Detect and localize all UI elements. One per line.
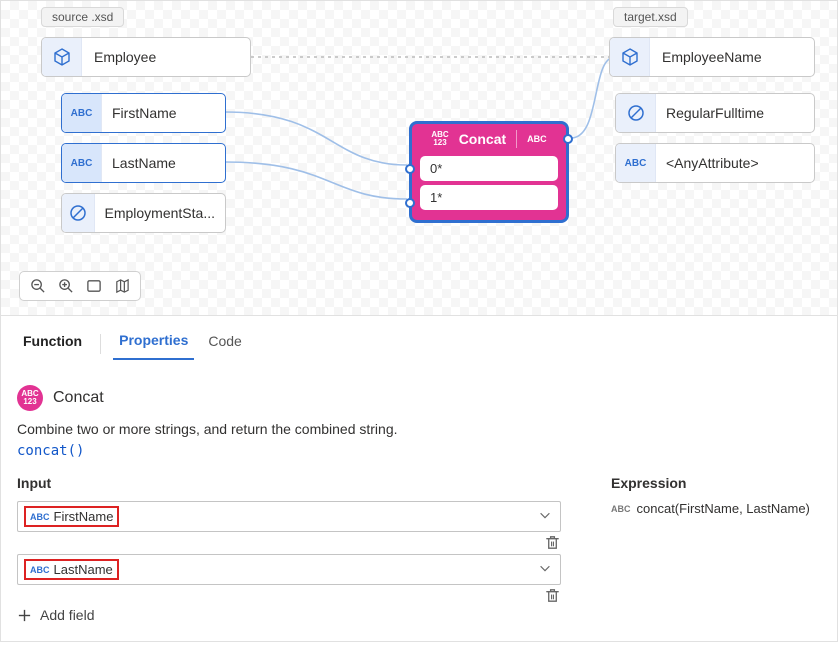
function-title: Concat bbox=[459, 131, 506, 147]
abc123-icon: ABC123 bbox=[431, 131, 448, 147]
node-label: EmployeeName bbox=[650, 49, 774, 65]
circle-slash-icon bbox=[62, 194, 95, 232]
abc-icon: ABC bbox=[616, 144, 656, 182]
mapper-canvas[interactable]: source .xsd target.xsd Employee ABC Firs… bbox=[0, 0, 838, 316]
zoom-in-button[interactable] bbox=[58, 278, 74, 294]
target-schema-tag: target.xsd bbox=[613, 7, 688, 27]
abc-icon: ABC bbox=[30, 565, 50, 575]
function-signature: concat() bbox=[17, 443, 821, 459]
abc-icon: ABC bbox=[527, 134, 547, 144]
abc-icon: ABC bbox=[30, 512, 50, 522]
input-field-1[interactable]: ABC LastName bbox=[17, 554, 561, 585]
node-label: FirstName bbox=[102, 105, 187, 121]
minimap-button[interactable] bbox=[114, 278, 130, 294]
circle-slash-icon bbox=[616, 94, 656, 132]
target-field-regularfulltime[interactable]: RegularFulltime bbox=[615, 93, 815, 133]
abc-icon: ABC bbox=[62, 94, 102, 132]
source-field-lastname[interactable]: ABC LastName bbox=[61, 143, 226, 183]
delete-input-1-button[interactable] bbox=[544, 587, 561, 607]
node-label: RegularFulltime bbox=[656, 105, 774, 121]
expression-heading: Expression bbox=[611, 475, 821, 491]
abc-icon: ABC bbox=[62, 144, 102, 182]
tab-code[interactable]: Code bbox=[202, 329, 247, 359]
source-field-firstname[interactable]: ABC FirstName bbox=[61, 93, 226, 133]
canvas-toolbar bbox=[19, 271, 141, 301]
zoom-out-button[interactable] bbox=[30, 278, 46, 294]
input-heading: Input bbox=[17, 475, 561, 491]
abc123-icon: ABC123 bbox=[17, 385, 43, 411]
add-field-button[interactable]: Add field bbox=[17, 607, 561, 623]
delete-input-0-button[interactable] bbox=[544, 534, 561, 554]
expression-value: concat(FirstName, LastName) bbox=[637, 501, 810, 516]
concat-slot-0[interactable]: 0* bbox=[420, 156, 558, 181]
node-label: <AnyAttribute> bbox=[656, 155, 769, 171]
target-field-anyattribute[interactable]: ABC <AnyAttribute> bbox=[615, 143, 815, 183]
input-field-1-value: LastName bbox=[54, 562, 113, 577]
fit-screen-button[interactable] bbox=[86, 278, 102, 294]
node-label: Employee bbox=[82, 49, 168, 65]
source-schema-tag: source .xsd bbox=[41, 7, 124, 27]
function-name: Concat bbox=[53, 389, 104, 407]
target-root-employeename[interactable]: EmployeeName bbox=[609, 37, 815, 77]
concat-slot-1[interactable]: 1* bbox=[420, 185, 558, 210]
node-label: LastName bbox=[102, 155, 186, 171]
node-label: EmploymentSta... bbox=[95, 205, 226, 221]
tab-properties[interactable]: Properties bbox=[113, 328, 194, 360]
abc-icon: ABC bbox=[611, 504, 631, 514]
input-port-1[interactable] bbox=[405, 198, 415, 208]
cube-icon bbox=[42, 38, 82, 76]
input-port-0[interactable] bbox=[405, 164, 415, 174]
source-root-employee[interactable]: Employee bbox=[41, 37, 251, 77]
chevron-down-icon bbox=[538, 561, 552, 578]
chevron-down-icon bbox=[538, 508, 552, 525]
input-field-0[interactable]: ABC FirstName bbox=[17, 501, 561, 532]
add-field-label: Add field bbox=[40, 607, 94, 623]
plus-icon bbox=[17, 608, 32, 623]
cube-icon bbox=[610, 38, 650, 76]
tab-function[interactable]: Function bbox=[17, 329, 88, 359]
source-field-employmentstatus[interactable]: EmploymentSta... bbox=[61, 193, 226, 233]
properties-panel: Function Properties Code ABC123 Concat C… bbox=[0, 316, 838, 642]
function-description: Combine two or more strings, and return … bbox=[17, 421, 821, 437]
input-field-0-value: FirstName bbox=[54, 509, 114, 524]
function-node-concat[interactable]: ABC123 Concat ABC 0* 1* bbox=[409, 121, 569, 223]
output-port[interactable] bbox=[563, 134, 573, 144]
